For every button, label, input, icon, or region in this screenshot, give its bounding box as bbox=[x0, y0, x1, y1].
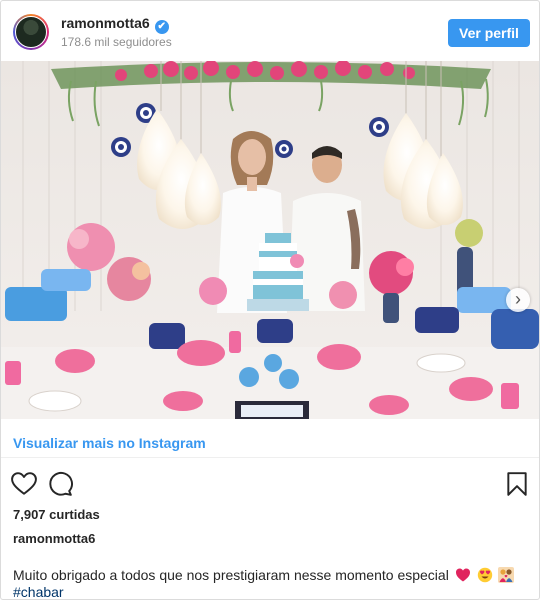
next-photo-chevron-icon[interactable]: › bbox=[506, 288, 530, 312]
instagram-embed-card: ramonmotta6 ✔ 178.6 mil seguidores Ver pe… bbox=[0, 0, 540, 600]
profile-username[interactable]: ramonmotta6 ✔ bbox=[61, 15, 169, 34]
username-text[interactable]: ramonmotta6 bbox=[61, 15, 150, 31]
avatar-image bbox=[15, 16, 47, 48]
caption-text: Muito obrigado a todos que nos prestigia… bbox=[13, 567, 449, 583]
avatar[interactable] bbox=[13, 14, 49, 50]
couple-emoji-icon bbox=[498, 567, 515, 583]
divider bbox=[1, 457, 539, 458]
heart-eyes-emoji-icon bbox=[477, 567, 492, 583]
post-header: ramonmotta6 ✔ 178.6 mil seguidores Ver pe… bbox=[1, 1, 539, 61]
party-photo-illustration bbox=[1, 61, 539, 419]
post-actions bbox=[1, 463, 539, 503]
verified-badge-icon: ✔ bbox=[154, 20, 169, 34]
heart-icon[interactable] bbox=[11, 471, 37, 497]
post-photo[interactable]: › bbox=[1, 61, 539, 419]
view-profile-button[interactable]: Ver perfil bbox=[448, 19, 530, 47]
hashtag-link[interactable]: #chabar bbox=[13, 584, 64, 599]
caption-username[interactable]: ramonmotta6 bbox=[13, 531, 95, 546]
like-count[interactable]: 7,907 curtidas bbox=[13, 507, 100, 522]
red-heart-emoji-icon bbox=[455, 568, 470, 582]
bookmark-icon[interactable] bbox=[505, 471, 529, 497]
view-more-on-instagram-link[interactable]: Visualizar mais no Instagram bbox=[13, 435, 206, 451]
comment-icon[interactable] bbox=[47, 471, 73, 497]
follower-count: 178.6 mil seguidores bbox=[61, 35, 172, 49]
post-caption: Muito obrigado a todos que nos prestigia… bbox=[13, 567, 529, 599]
